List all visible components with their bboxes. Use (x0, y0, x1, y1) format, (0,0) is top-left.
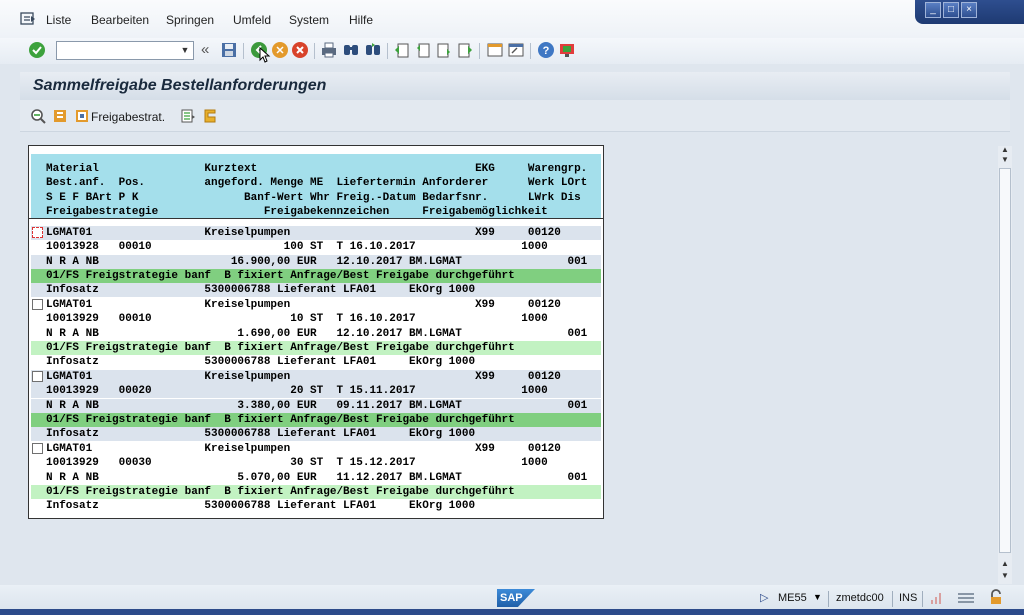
new-session-icon[interactable] (486, 41, 504, 59)
scroll-up-step-icon[interactable]: ▲ (998, 558, 1012, 570)
release-strategy-button[interactable]: Freigabestrat. (91, 110, 165, 124)
header-divider (29, 218, 603, 219)
toolbar-separator (243, 43, 244, 59)
vertical-scrollbar[interactable]: ▲ ▼ ▲ ▼ (998, 145, 1012, 584)
menu-system[interactable]: System (289, 13, 329, 27)
lock-icon[interactable] (988, 589, 1004, 605)
server-name: zmetdc00 (836, 592, 884, 604)
menu-umfeld[interactable]: Umfeld (233, 13, 271, 27)
select-all-icon[interactable] (52, 108, 68, 124)
customize-icon[interactable] (558, 41, 576, 59)
list-item-3-line-1: LGMAT01 Kreiselpumpen X99 00120 (31, 370, 601, 384)
sap-logo: SAP (497, 589, 535, 607)
cancel-icon[interactable] (291, 41, 309, 59)
mouse-cursor-icon (259, 47, 271, 63)
list-item-4-line-3: N R A NB 5.070,00 EUR 11.12.2017 BM.LGMA… (31, 471, 601, 485)
toolbar-separator (387, 43, 388, 59)
command-field[interactable]: ▼ (56, 41, 194, 60)
scroll-down-step-icon[interactable]: ▼ (998, 154, 1012, 166)
menu-hilfe[interactable]: Hilfe (349, 13, 373, 27)
menu-bar: Liste Bearbeiten Springen Umfeld System … (0, 0, 1024, 38)
list-item-1-line-1: LGMAT01 Kreiselpumpen X99 00120 (31, 226, 601, 240)
transaction-code[interactable]: ME55 (778, 592, 807, 604)
requisition-list: Material Kurztext EKG Warengrp. Best.anf… (28, 145, 604, 519)
window-controls: _ □ × (915, 0, 1024, 24)
list-item-2-line-2: 10013929 00010 10 ST T 16.10.2017 1000 (31, 312, 601, 326)
list-item-1-line-2: 10013928 00010 100 ST T 16.10.2017 1000 (31, 240, 601, 254)
scroll-down-icon[interactable]: ▼ (998, 570, 1012, 582)
chevron-down-icon[interactable]: ▼ (177, 42, 193, 59)
find-next-icon[interactable] (364, 41, 382, 59)
list-item-3-strategy: 01/FS Freigstrategie banf B fixiert Anfr… (31, 413, 601, 427)
list-item-3-line-2: 10013929 00020 20 ST T 15.11.2017 1000 (31, 384, 601, 398)
list-item-1-infosatz: Infosatz 5300006788 Lieferant LFA01 EkOr… (31, 283, 601, 297)
toolbar-separator (479, 43, 480, 59)
release-strategy-icon[interactable] (74, 108, 90, 124)
list-item-4-line-1: LGMAT01 Kreiselpumpen X99 00120 (31, 442, 601, 456)
list-item-3-line-3: N R A NB 3.380,00 EUR 09.11.2017 BM.LGMA… (31, 399, 601, 413)
toolbar-separator (314, 43, 315, 59)
last-page-icon[interactable] (456, 41, 474, 59)
header-line-3: S E F BArt P K Banf-Wert Whr Freig.-Datu… (46, 192, 581, 204)
scrollbar-thumb[interactable] (999, 168, 1011, 553)
row-select-checkbox-3[interactable] (32, 371, 43, 382)
input-mode[interactable]: INS (899, 592, 917, 604)
collapse-icon[interactable]: « (201, 41, 209, 58)
row-select-checkbox-2[interactable] (32, 299, 43, 310)
status-divider (828, 591, 829, 607)
maximize-icon[interactable]: □ (943, 2, 959, 18)
toolbar-separator (530, 43, 531, 59)
header-line-2: Best.anf. Pos. angeford. Menge ME Liefer… (46, 177, 588, 189)
layout-icon[interactable] (202, 108, 218, 124)
shortcut-icon[interactable] (507, 41, 525, 59)
export-icon[interactable] (180, 108, 196, 124)
list-item-4-strategy: 01/FS Freigstrategie banf B fixiert Anfr… (31, 485, 601, 499)
header-line-4: Freigabestrategie Freigabekennzeichen Fr… (46, 206, 548, 218)
standard-toolbar: ▼ « ? (0, 38, 1024, 64)
settings-list-icon[interactable] (957, 591, 975, 605)
page-title: Sammelfreigabe Bestellanforderungen (33, 77, 327, 94)
save-icon[interactable] (220, 41, 238, 59)
check-icon[interactable] (28, 41, 46, 59)
status-divider (892, 591, 893, 607)
list-item-2-strategy: 01/FS Freigstrategie banf B fixiert Anfr… (31, 341, 601, 355)
exit-icon[interactable] (271, 41, 289, 59)
status-bar-stripe (0, 609, 1024, 615)
list-header: Material Kurztext EKG Warengrp. Best.anf… (31, 154, 601, 219)
status-bar: SAP ▷ ME55 ▼ zmetdc00 INS (0, 585, 1024, 615)
print-icon[interactable] (320, 41, 338, 59)
list-item-1-strategy: 01/FS Freigstrategie banf B fixiert Anfr… (31, 269, 601, 283)
help-icon[interactable]: ? (537, 41, 555, 59)
status-expand-icon[interactable]: ▷ (760, 591, 768, 604)
svg-text:?: ? (543, 45, 550, 57)
signal-icon (931, 593, 941, 604)
list-item-2-line-3: N R A NB 1.690,00 EUR 12.10.2017 BM.LGMA… (31, 327, 601, 341)
first-page-icon[interactable] (393, 41, 411, 59)
minimize-icon[interactable]: _ (925, 2, 941, 18)
menu-liste[interactable]: Liste (46, 13, 71, 27)
row-select-checkbox-4[interactable] (32, 443, 43, 454)
list-item-1-line-3: N R A NB 16.900,00 EUR 12.10.2017 BM.LGM… (31, 255, 601, 269)
menu-springen[interactable]: Springen (166, 13, 214, 27)
menu-bearbeiten[interactable]: Bearbeiten (91, 13, 149, 27)
list-item-2-infosatz: Infosatz 5300006788 Lieferant LFA01 EkOr… (31, 355, 601, 369)
detail-icon[interactable] (30, 108, 46, 124)
header-line-1: Material Kurztext EKG Warengrp. (46, 163, 588, 175)
find-icon[interactable] (342, 41, 360, 59)
status-divider (922, 591, 923, 607)
list-item-4-line-2: 10013929 00030 30 ST T 15.12.2017 1000 (31, 456, 601, 470)
chevron-down-icon[interactable]: ▼ (813, 592, 822, 602)
previous-page-icon[interactable] (414, 41, 432, 59)
next-page-icon[interactable] (435, 41, 453, 59)
title-bar: Sammelfreigabe Bestellanforderungen (20, 72, 1010, 100)
application-toolbar: Freigabestrat. (20, 100, 1010, 132)
menu-app-icon[interactable] (20, 12, 36, 26)
list-item-4-infosatz: Infosatz 5300006788 Lieferant LFA01 EkOr… (31, 499, 601, 513)
list-item-3-infosatz: Infosatz 5300006788 Lieferant LFA01 EkOr… (31, 427, 601, 441)
row-select-checkbox-1[interactable] (32, 227, 43, 238)
close-icon[interactable]: × (961, 2, 977, 18)
list-item-2-line-1: LGMAT01 Kreiselpumpen X99 00120 (31, 298, 601, 312)
